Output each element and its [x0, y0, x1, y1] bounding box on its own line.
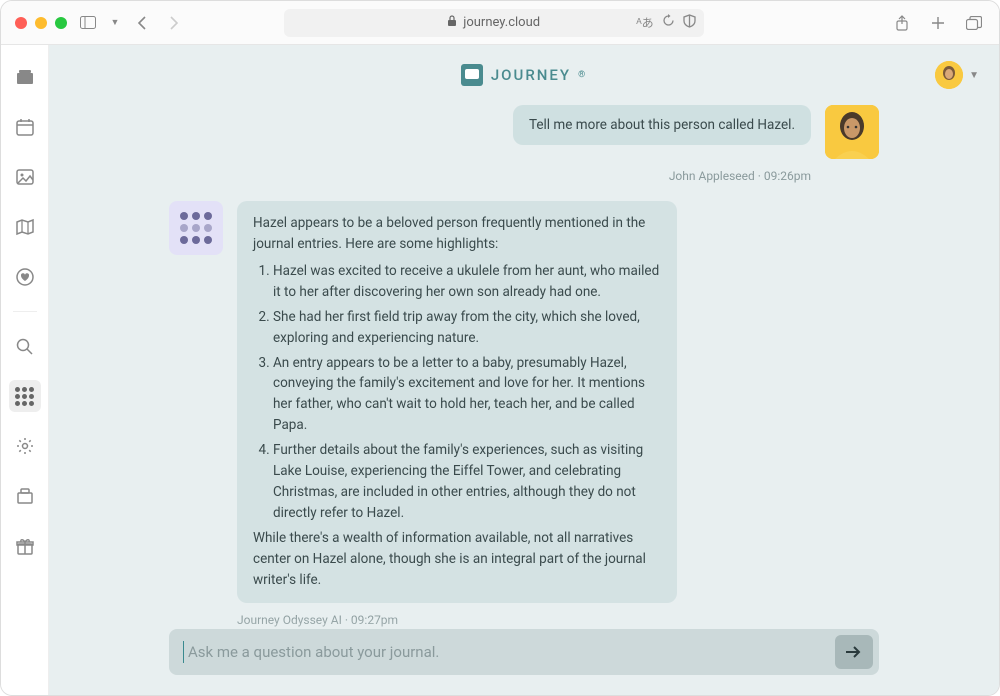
app-body: JOURNEY ® ▼ Tell me more about this perso…: [1, 45, 999, 695]
ai-list-item: She had her first field trip away from t…: [273, 307, 661, 349]
avatar: [935, 61, 963, 89]
ai-list-item: An entry appears to be a letter to a bab…: [273, 353, 661, 437]
sidebar-toggle-icon[interactable]: [77, 12, 99, 34]
entries-icon[interactable]: [9, 61, 41, 93]
settings-icon[interactable]: [9, 430, 41, 462]
plugins-icon[interactable]: [9, 480, 41, 512]
share-icon[interactable]: [891, 12, 913, 34]
chat-area: Tell me more about this person called Ha…: [49, 105, 999, 695]
ai-bubble: Hazel appears to be a beloved person fre…: [237, 201, 677, 603]
calendar-icon[interactable]: [9, 111, 41, 143]
ai-icon[interactable]: [9, 380, 41, 412]
address-bar[interactable]: journey.cloud ᴬあ: [284, 9, 704, 37]
media-icon[interactable]: [9, 161, 41, 193]
ai-message-row: Hazel appears to be a beloved person fre…: [169, 201, 879, 603]
user-bubble: Tell me more about this person called Ha…: [513, 105, 811, 145]
logo-icon: [461, 64, 483, 86]
wellness-icon[interactable]: [9, 261, 41, 293]
url-text: journey.cloud: [463, 15, 540, 30]
entry-card[interactable]: October 19, 2021 · 10.45am Hazel's Weeke…: [253, 688, 661, 695]
user-message-meta: John Appleseed · 09:26pm: [169, 169, 879, 183]
app-header: JOURNEY ® ▼: [49, 45, 999, 105]
minimize-icon[interactable]: [35, 17, 47, 29]
ai-list-item: Hazel was excited to receive a ukulele f…: [273, 261, 661, 303]
shield-icon[interactable]: [683, 14, 696, 32]
lock-icon: [447, 15, 457, 31]
send-button[interactable]: [835, 635, 873, 669]
user-message-row: Tell me more about this person called Ha…: [169, 105, 879, 159]
tabs-icon[interactable]: [963, 12, 985, 34]
chevron-down-icon: ▼: [969, 70, 979, 81]
ai-intro: Hazel appears to be a beloved person fre…: [253, 213, 661, 255]
logo[interactable]: JOURNEY ®: [461, 64, 587, 86]
ai-avatar: [169, 201, 223, 255]
user-message-text: Tell me more about this person called Ha…: [529, 117, 795, 133]
chat-input[interactable]: [188, 643, 835, 661]
new-tab-icon[interactable]: [927, 12, 949, 34]
profile-menu[interactable]: ▼: [935, 61, 979, 89]
ai-list: Hazel was excited to receive a ukulele f…: [253, 261, 661, 524]
gift-icon[interactable]: [9, 530, 41, 562]
reload-icon[interactable]: [662, 14, 675, 31]
ai-outro: While there's a wealth of information av…: [253, 528, 661, 591]
reader-icon[interactable]: ᴬあ: [636, 14, 653, 31]
search-icon[interactable]: [9, 330, 41, 362]
atlas-icon[interactable]: [9, 211, 41, 243]
ai-message-meta: Journey Odyssey AI · 09:27pm: [169, 613, 879, 627]
text-cursor: [183, 641, 184, 663]
brand-name: JOURNEY: [491, 66, 571, 84]
user-avatar: [825, 105, 879, 159]
titlebar: ▼ journey.cloud ᴬあ: [1, 1, 999, 45]
main-content: JOURNEY ® ▼ Tell me more about this perso…: [49, 45, 999, 695]
close-icon[interactable]: [15, 17, 27, 29]
maximize-icon[interactable]: [55, 17, 67, 29]
chevron-down-icon[interactable]: ▼: [109, 12, 121, 34]
chat-input-bar: [169, 629, 879, 675]
forward-button[interactable]: [163, 12, 185, 34]
back-button[interactable]: [131, 12, 153, 34]
ai-list-item: Further details about the family's exper…: [273, 440, 661, 524]
window: ▼ journey.cloud ᴬあ: [0, 0, 1000, 696]
left-sidebar: [1, 45, 49, 695]
reg-mark: ®: [578, 70, 587, 80]
traffic-lights: [15, 17, 67, 29]
